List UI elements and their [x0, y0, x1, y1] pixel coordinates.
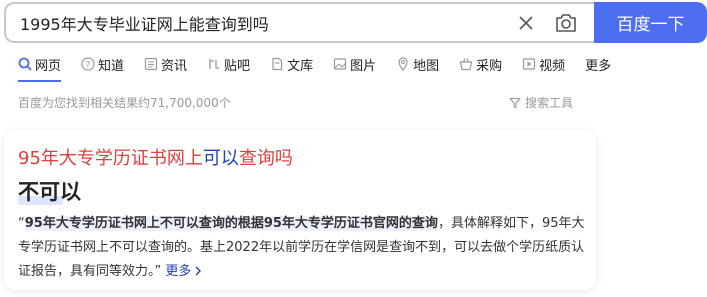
answer-card: 95年大专学历证书网上可以查询吗 不可以 “95年大专学历证书网上不可以查询的根…	[4, 130, 596, 290]
tab-video[interactable]: 视频	[522, 52, 565, 76]
answer-snippet: “95年大专学历证书网上不可以查询的根据95年大专学历证书官网的查询，具体解释如…	[18, 216, 585, 279]
news-icon	[144, 57, 158, 71]
tab-label: 知道	[98, 58, 125, 74]
clear-button[interactable]	[506, 8, 546, 38]
tab-webpage[interactable]: 网页	[18, 52, 62, 82]
document-icon	[272, 57, 283, 71]
tab-images[interactable]: 图片	[333, 52, 376, 76]
snippet-bold: 95年大专学历证书网上不可以查询的根据95年大专学历证书官网的查询	[24, 216, 438, 231]
search-tools-label: 搜索工具	[525, 96, 574, 110]
tab-label: 采购	[476, 58, 503, 74]
tab-label: 资讯	[161, 58, 188, 74]
svg-text:?: ?	[86, 61, 91, 71]
answer-label: 不可以	[18, 180, 81, 204]
tab-label: 视频	[539, 58, 566, 74]
image-icon	[333, 58, 347, 70]
tab-tieba[interactable]: 贴吧	[207, 52, 250, 76]
tab-purchase[interactable]: 采购	[459, 52, 502, 76]
tab-label: 文库	[287, 58, 314, 74]
tab-label: 更多	[585, 58, 612, 74]
result-title-link[interactable]: 95年大专学历证书网上可以查询吗	[18, 144, 582, 170]
tab-more[interactable]: 更多	[585, 52, 611, 76]
tab-label: 图片	[350, 58, 377, 74]
title-part: 查询吗	[238, 148, 293, 169]
tab-wenku[interactable]: 文库	[270, 52, 313, 76]
question-icon: ?	[81, 57, 95, 71]
search-tabs: 网页 ? 知道 资讯 贴吧 文库 图片 地图 采购 视频 更多	[18, 52, 631, 82]
search-icon	[18, 57, 32, 71]
tab-zhidao[interactable]: ? 知道	[81, 52, 124, 76]
tab-label: 贴吧	[224, 58, 251, 74]
title-part: 95年大专学历证书网上	[18, 148, 203, 169]
image-search-button[interactable]	[546, 8, 586, 38]
search-bar: 百度一下	[4, 2, 707, 43]
camera-icon	[556, 13, 576, 32]
search-button[interactable]: 百度一下	[594, 2, 707, 43]
tab-map[interactable]: 地图	[396, 52, 439, 76]
close-icon	[519, 15, 533, 30]
search-box[interactable]	[4, 2, 594, 43]
more-link[interactable]: 更多	[165, 264, 202, 279]
tab-news[interactable]: 资讯	[144, 52, 187, 76]
filter-icon	[509, 97, 521, 108]
video-icon	[523, 58, 536, 70]
title-highlight: 可以	[202, 148, 239, 169]
chevron-right-icon	[195, 266, 202, 276]
search-input[interactable]	[20, 13, 506, 32]
tab-label: 网页	[35, 58, 62, 74]
tieba-icon	[209, 59, 220, 69]
result-count: 百度为您找到相关结果约71,700,000个	[18, 96, 231, 110]
tab-label: 地图	[413, 58, 440, 74]
answer-text: 不可以	[18, 176, 81, 206]
shopping-basket-icon	[459, 58, 473, 71]
more-label: 更多	[165, 264, 192, 279]
search-tools-button[interactable]: 搜索工具	[509, 94, 573, 111]
map-pin-icon	[398, 57, 408, 71]
